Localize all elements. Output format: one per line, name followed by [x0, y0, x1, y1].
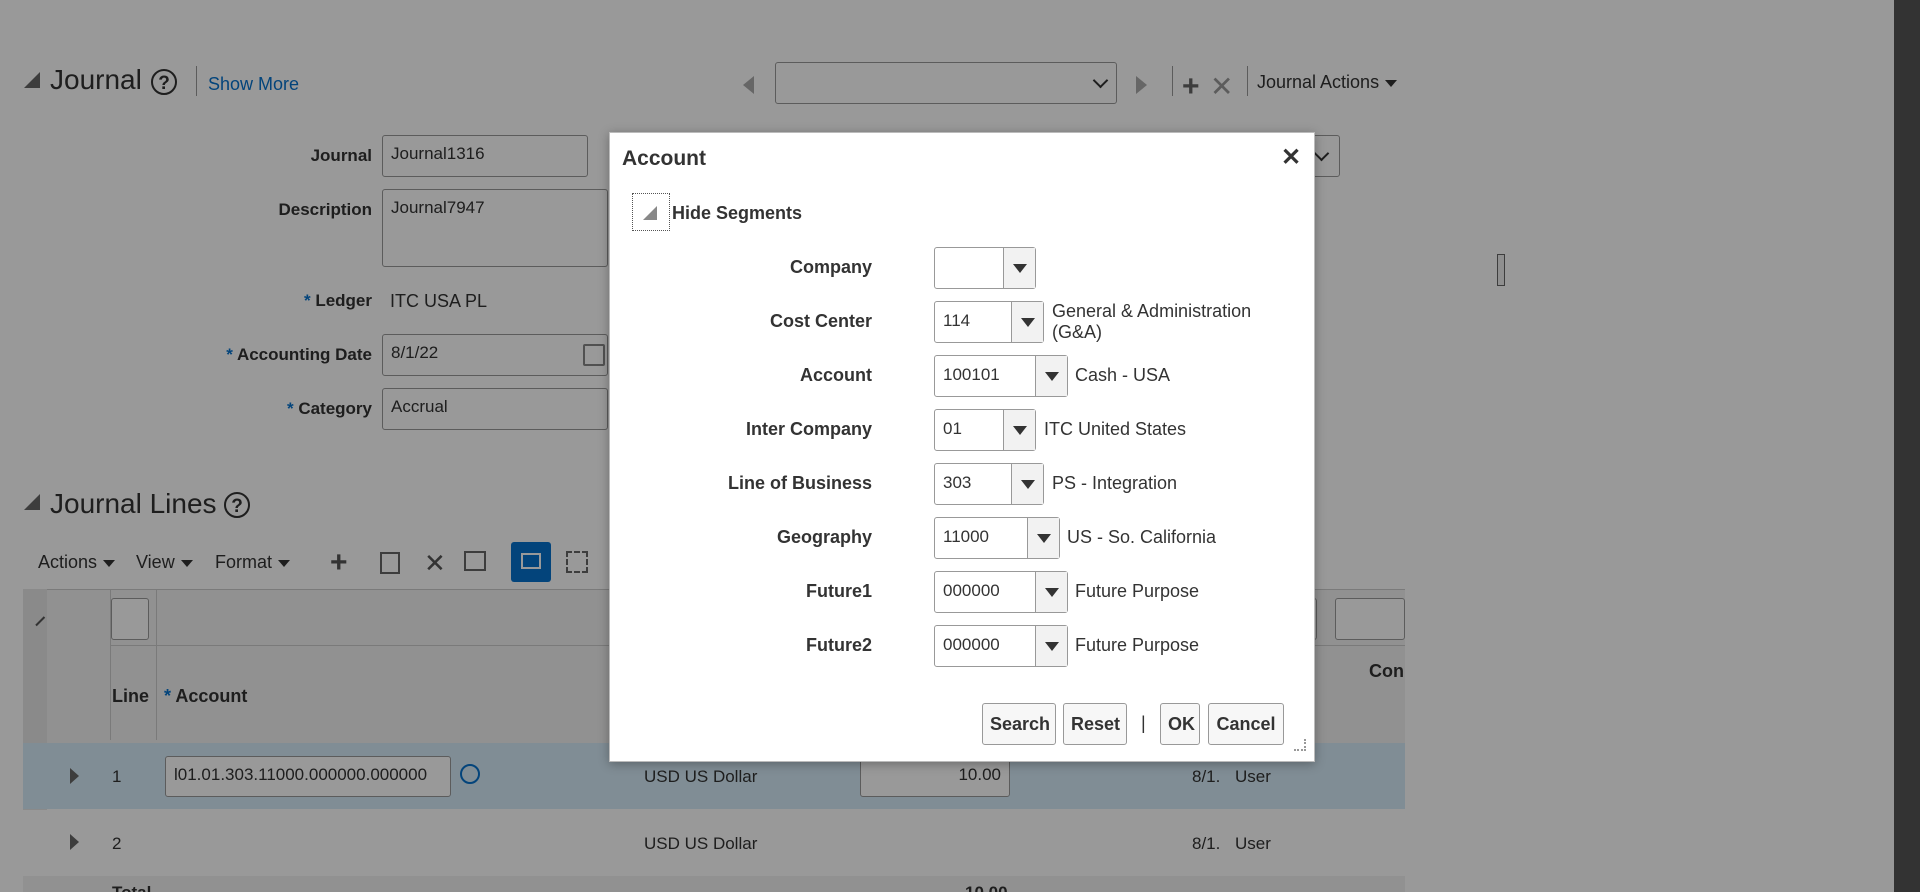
geography-select[interactable]: 11000 — [934, 517, 1060, 559]
dropdown-arrow-icon[interactable] — [1003, 248, 1035, 288]
future1-description: Future Purpose — [1075, 581, 1200, 601]
collapse-triangle-icon — [643, 206, 657, 220]
future2-value: 000000 — [943, 635, 1000, 654]
hide-segments-label[interactable]: Hide Segments — [672, 203, 802, 224]
future1-select[interactable]: 000000 — [934, 571, 1068, 613]
company-label: Company — [789, 257, 872, 277]
dropdown-arrow-icon[interactable] — [1011, 302, 1043, 342]
dropdown-arrow-icon[interactable] — [1011, 464, 1043, 504]
right-edge-panel — [1894, 0, 1920, 892]
future2-label: Future2 — [805, 635, 872, 655]
cost-center-label: Cost Center — [769, 311, 872, 331]
dialog-title: Account — [622, 147, 706, 170]
account-dialog: Account ✕ Hide Segments Company Cost Cen… — [609, 132, 1315, 762]
geography-description: US - So. California — [1067, 527, 1217, 547]
dropdown-arrow-icon[interactable] — [1035, 572, 1067, 612]
cost-center-value: 114 — [943, 311, 971, 330]
dropdown-arrow-icon[interactable] — [1003, 410, 1035, 450]
inter-company-label: Inter Company — [745, 419, 872, 439]
dropdown-arrow-icon[interactable] — [1035, 356, 1067, 396]
cost-center-select[interactable]: 114 — [934, 301, 1044, 343]
ok-button[interactable]: OK — [1160, 703, 1200, 745]
geography-value: 11000 — [943, 527, 990, 546]
close-icon[interactable]: ✕ — [1281, 143, 1301, 172]
line-of-business-select[interactable]: 303 — [934, 463, 1044, 505]
cost-center-description: General & Administration (G&A) — [1052, 301, 1252, 342]
button-separator: | — [1141, 713, 1146, 733]
account-description: Cash - USA — [1075, 365, 1171, 385]
company-value — [935, 248, 1003, 288]
dropdown-arrow-icon[interactable] — [1027, 518, 1059, 558]
resize-handle-icon[interactable] — [1294, 739, 1306, 751]
account-value: 100101 — [943, 365, 1000, 384]
future1-label: Future1 — [805, 581, 872, 601]
dropdown-arrow-icon[interactable] — [1035, 626, 1067, 666]
future2-select[interactable]: 000000 — [934, 625, 1068, 667]
search-button[interactable]: Search — [982, 703, 1056, 745]
inter-company-value: 01 — [943, 419, 962, 438]
future1-value: 000000 — [943, 581, 1000, 600]
cancel-button[interactable]: Cancel — [1208, 703, 1284, 745]
hide-segments-toggle[interactable] — [632, 193, 670, 231]
inter-company-description: ITC United States — [1044, 419, 1187, 439]
account-select[interactable]: 100101 — [934, 355, 1068, 397]
account-label: Account — [800, 365, 872, 385]
line-of-business-value: 303 — [943, 473, 972, 492]
geography-label: Geography — [776, 527, 872, 547]
reset-button[interactable]: Reset — [1063, 703, 1127, 745]
future2-description: Future Purpose — [1075, 635, 1200, 655]
company-select[interactable] — [934, 247, 1036, 289]
inter-company-select[interactable]: 01 — [934, 409, 1036, 451]
line-of-business-label: Line of Business — [727, 473, 872, 493]
line-of-business-description: PS - Integration — [1052, 473, 1178, 493]
